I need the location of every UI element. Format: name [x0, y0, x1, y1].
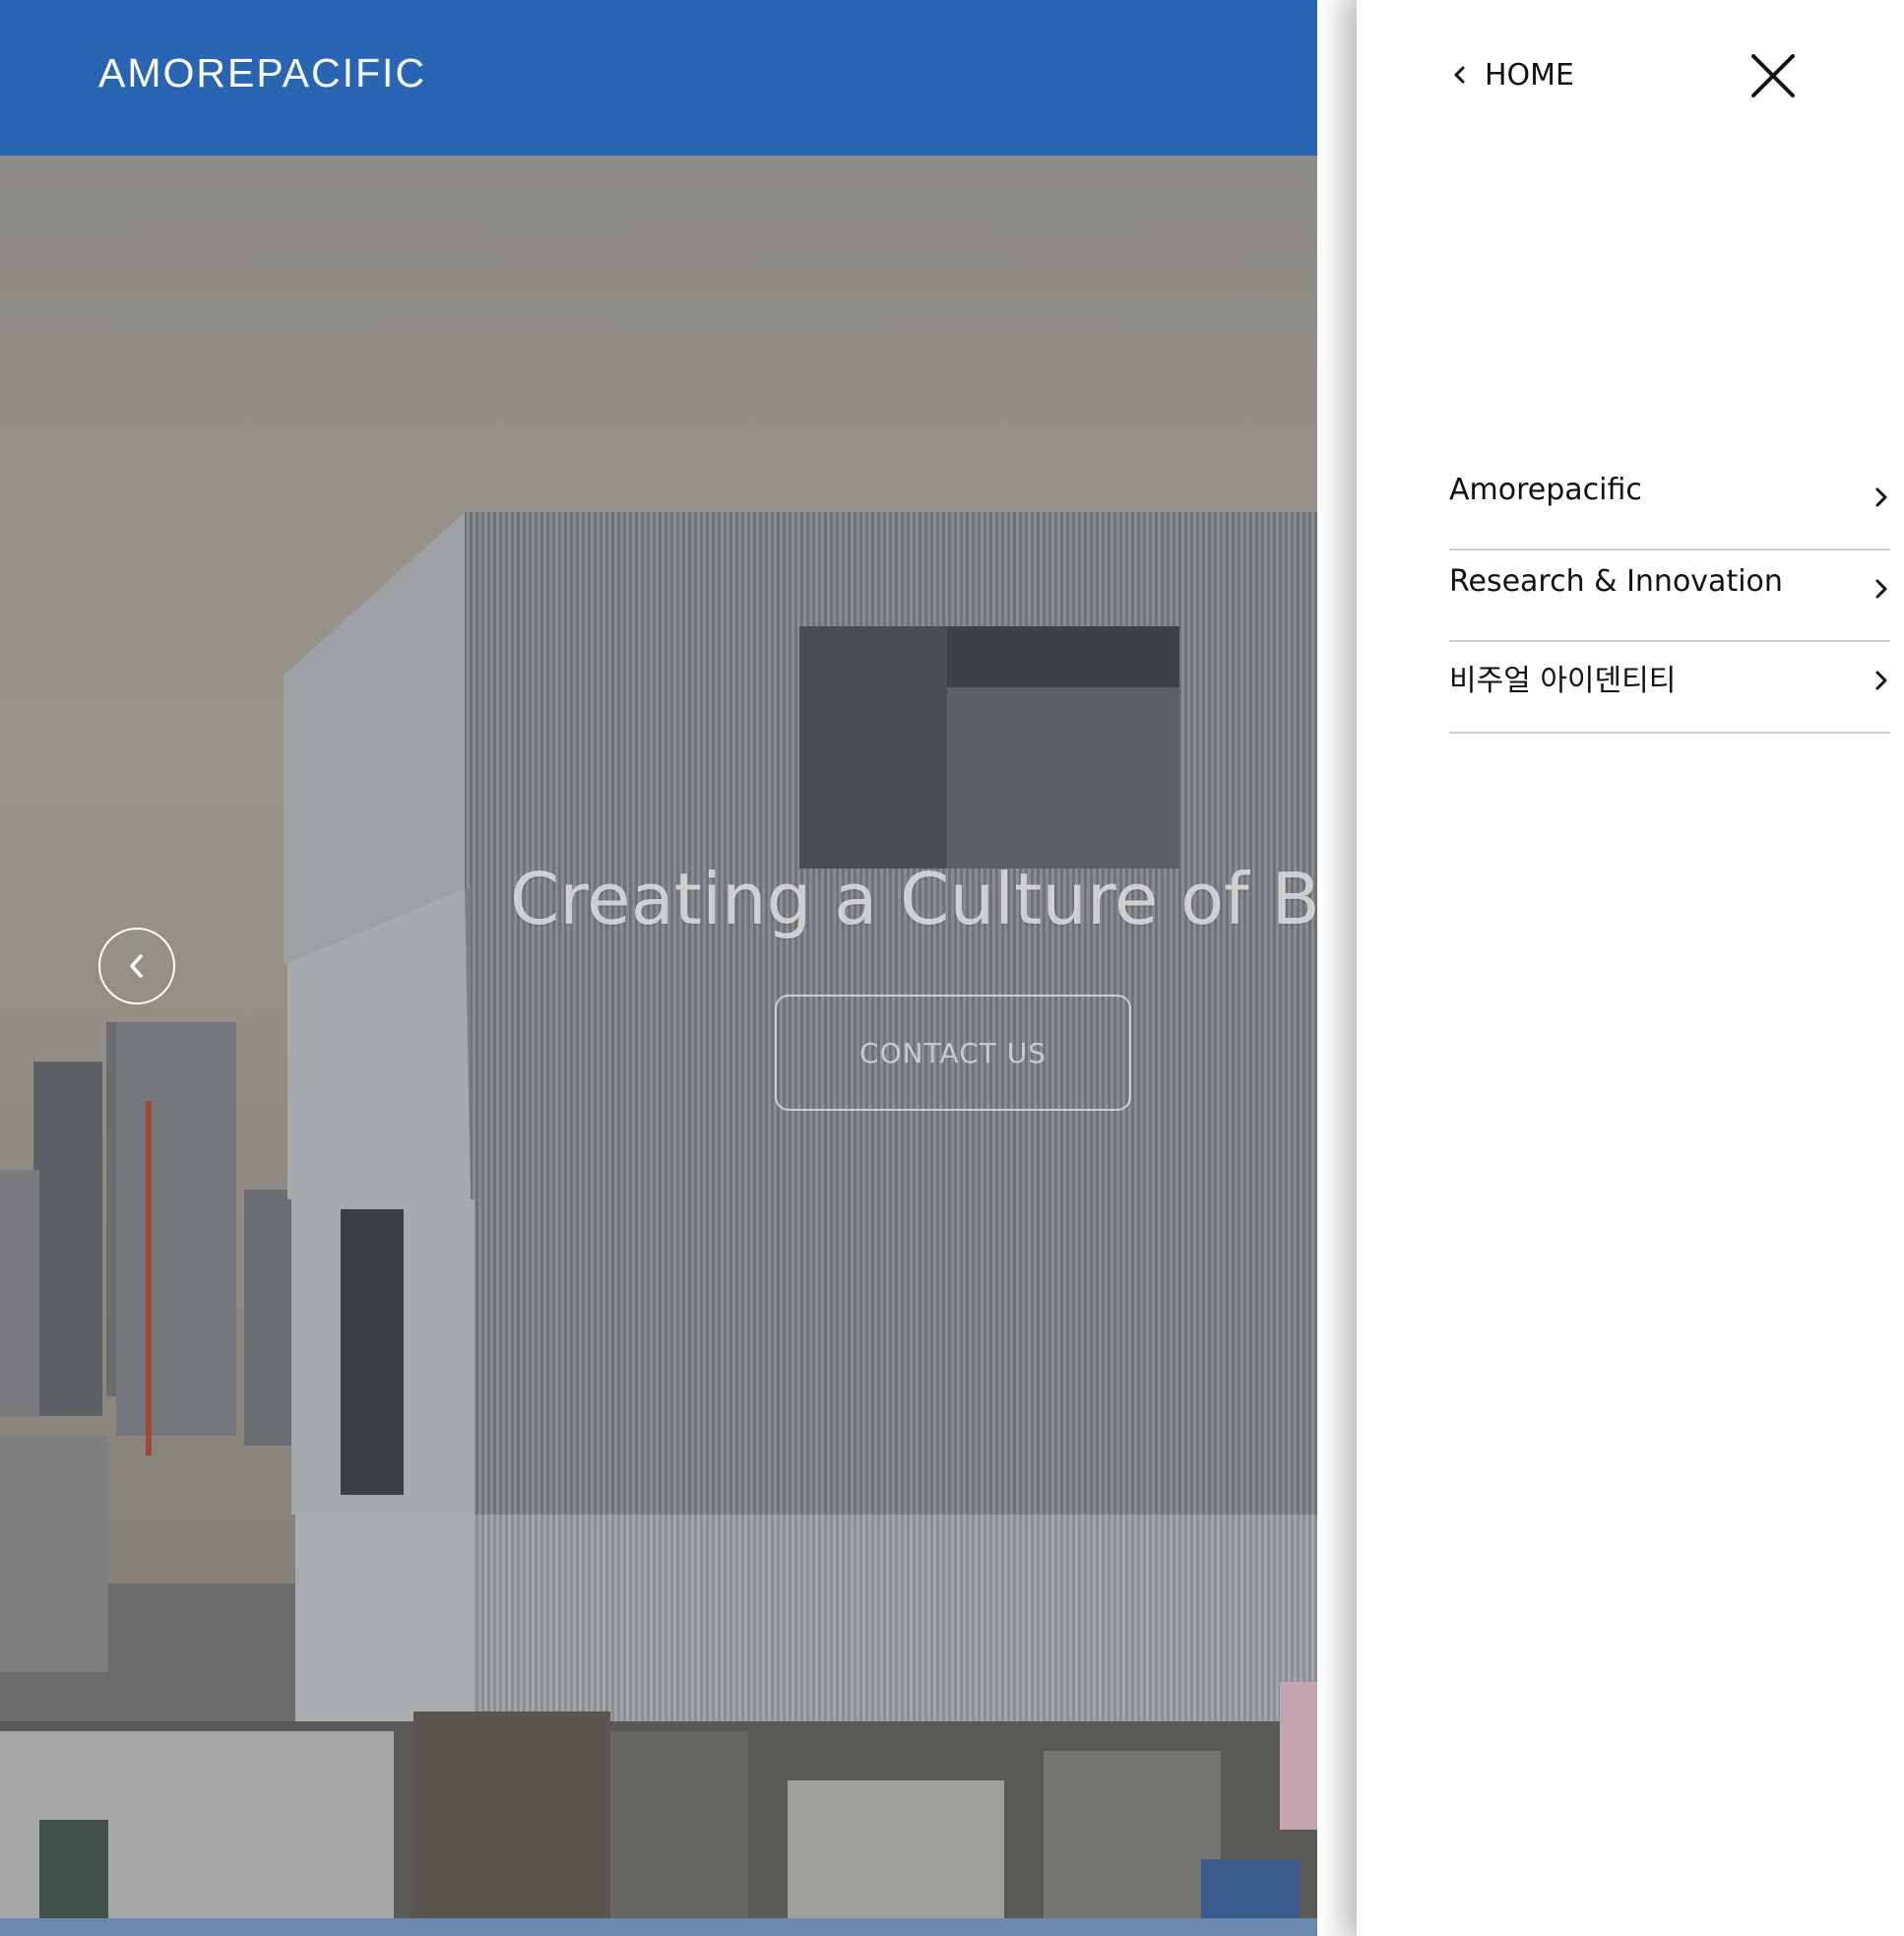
page: AMOREPACIFIC Creating a Culture of B CON… — [0, 0, 1904, 1936]
site-bottom-bar — [0, 1918, 1317, 1936]
carousel-prev-button[interactable] — [98, 928, 175, 1004]
logo-text-secondary: PACIFIC — [256, 50, 427, 96]
logo-text-primary: AMORE — [98, 50, 257, 96]
site-header: AMOREPACIFIC — [0, 0, 1317, 156]
home-link[interactable]: HOME — [1449, 55, 1574, 95]
hero-title: Creating a Culture of Beau — [510, 858, 1317, 940]
chevron-left-icon — [130, 954, 143, 978]
side-menu-drawer: HOME Amorepacific Research & Innovation — [1317, 0, 1904, 1936]
hero-banner: Creating a Culture of Beau CONTACT US — [0, 156, 1317, 1918]
home-label: HOME — [1485, 57, 1575, 93]
menu-item-label: 비주얼 아이덴티티 — [1449, 664, 1677, 698]
amorepacific-logo[interactable]: AMOREPACIFIC — [98, 51, 426, 95]
close-button[interactable] — [1750, 53, 1796, 98]
menu-item-research-innovation[interactable]: Research & Innovation — [1449, 550, 1890, 642]
chevron-right-icon — [1875, 579, 1887, 599]
menu-item-visual-identity[interactable]: 비주얼 아이덴티티 — [1449, 642, 1890, 734]
close-icon — [1751, 54, 1795, 97]
menu-item-label: Research & Innovation — [1449, 564, 1783, 599]
chevron-right-icon — [1875, 671, 1887, 690]
contact-us-button[interactable]: CONTACT US — [775, 995, 1131, 1111]
drawer-menu: Amorepacific Research & Innovation 비주얼 아… — [1449, 459, 1890, 734]
drawer-shadow — [1317, 0, 1357, 1936]
drawer-panel: HOME Amorepacific Research & Innovation — [1357, 0, 1904, 1936]
menu-item-label: Amorepacific — [1449, 473, 1642, 507]
website-background: AMOREPACIFIC Creating a Culture of B CON… — [0, 0, 1317, 1936]
menu-item-amorepacific[interactable]: Amorepacific — [1449, 459, 1890, 550]
chevron-left-icon — [1454, 66, 1465, 84]
chevron-right-icon — [1875, 487, 1887, 507]
